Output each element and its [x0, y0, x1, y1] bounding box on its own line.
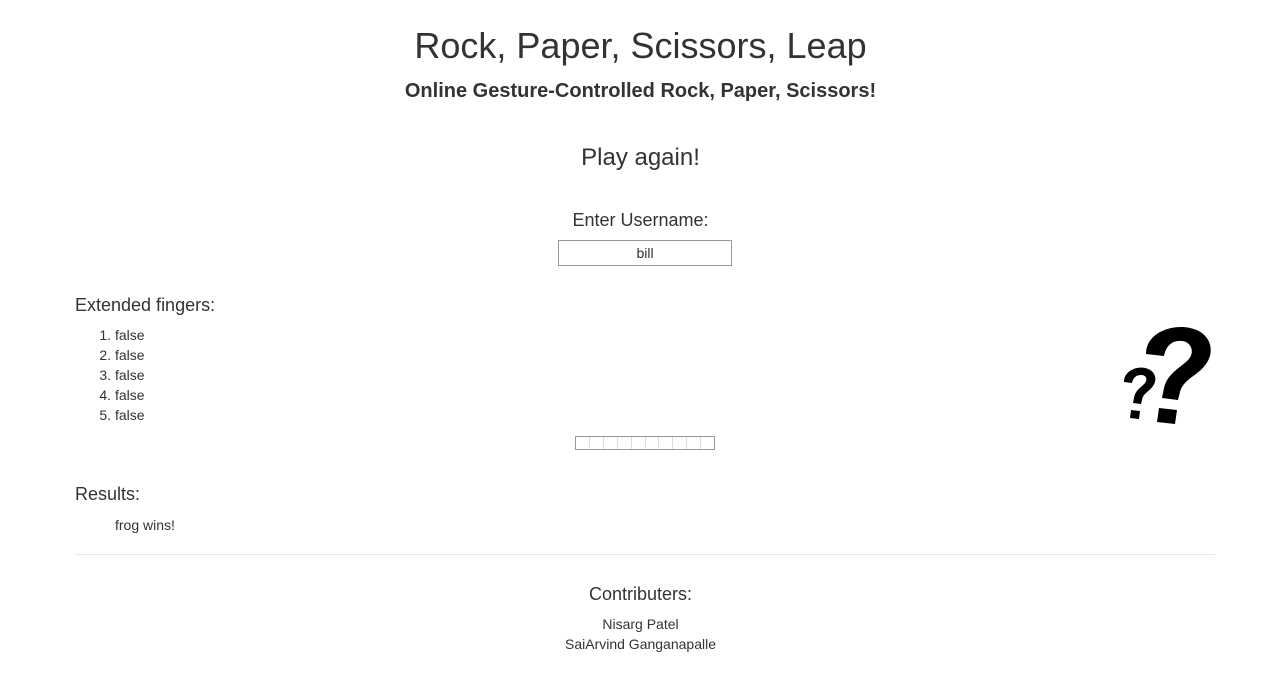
contributor-name: Nisarg Patel — [602, 616, 679, 632]
list-item-number: 2. — [99, 347, 111, 363]
finger-value: false — [115, 327, 145, 343]
list-item-number: 1. — [99, 327, 111, 343]
progress-segment — [659, 437, 674, 449]
username-label: Enter Username: — [572, 210, 709, 230]
contributor-name: SaiArvind Ganganapalle — [565, 636, 716, 652]
progress-segment — [590, 437, 604, 449]
contributors-heading: Contributers: — [588, 584, 693, 604]
divider — [75, 554, 1215, 555]
progress-segment — [618, 437, 632, 449]
list-item-number: 3. — [99, 367, 111, 383]
finger-value: false — [115, 407, 145, 423]
progress-segment — [646, 437, 660, 449]
progress-segment — [576, 437, 590, 449]
progress-segment — [604, 437, 618, 449]
list-item-number: 5. — [99, 407, 111, 423]
list-item: 5. false — [75, 405, 375, 425]
progress-segment — [701, 437, 714, 449]
list-item: 1. false — [75, 325, 375, 345]
extended-fingers-list: 1. false 2. false 3. false 4. false 5. false — [75, 325, 375, 425]
progress-segment — [687, 437, 702, 449]
finger-value: false — [115, 367, 145, 383]
question-marks-icon — [1118, 322, 1218, 430]
list-item: 3. false — [75, 365, 375, 385]
result-text: frog wins! — [115, 517, 175, 533]
list-item: 4. false — [75, 385, 375, 405]
page: Rock, Paper, Scissors, Leap Online Gestu… — [0, 0, 1281, 689]
username-input[interactable] — [558, 240, 732, 266]
list-item: 2. false — [75, 345, 375, 365]
finger-value: false — [115, 347, 145, 363]
play-again-heading: Play again! — [581, 144, 700, 171]
page-title: Rock, Paper, Scissors, Leap — [414, 25, 867, 66]
progress-segment — [632, 437, 646, 449]
finger-value: false — [115, 387, 145, 403]
list-item-number: 4. — [99, 387, 111, 403]
progress-segment — [673, 437, 688, 449]
page-subtitle: Online Gesture-Controlled Rock, Paper, S… — [404, 80, 877, 102]
gesture-progress-bar — [575, 436, 715, 450]
contributors-list: Nisarg Patel SaiArvind Ganganapalle — [0, 614, 1281, 654]
results-heading: Results: — [75, 484, 141, 504]
extended-fingers-heading: Extended fingers: — [75, 295, 216, 315]
